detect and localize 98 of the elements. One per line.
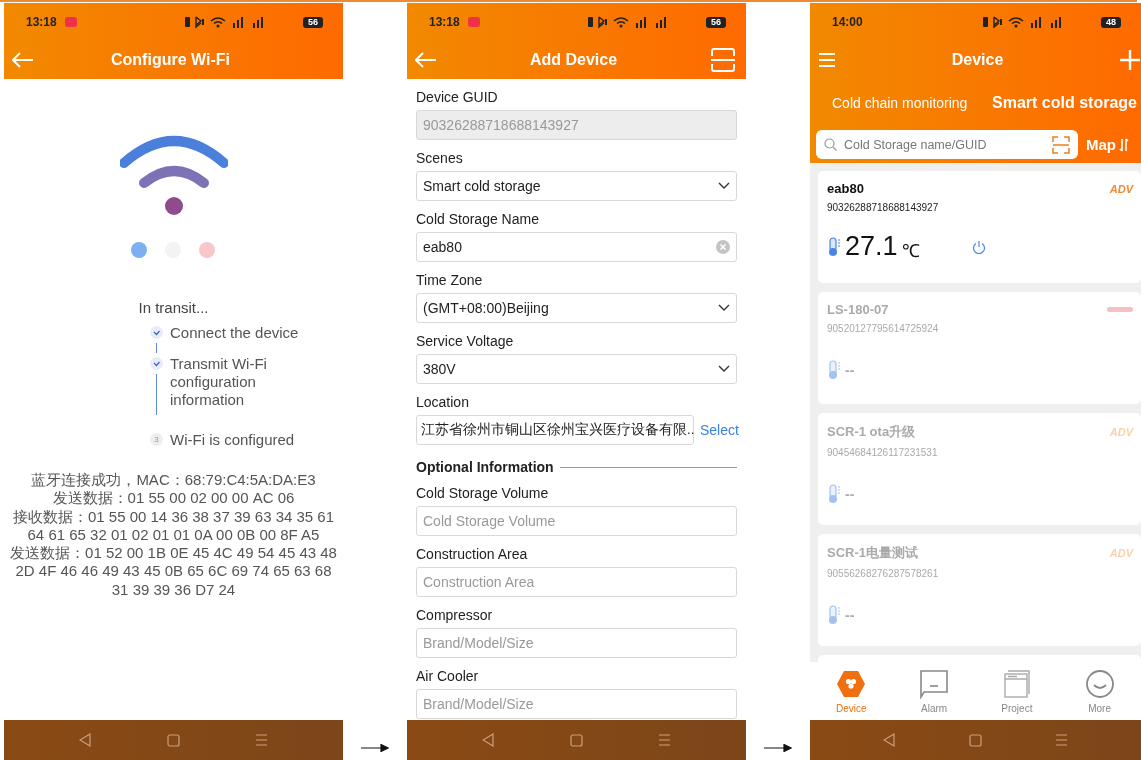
temperature-reading: --	[845, 607, 855, 623]
power-icon[interactable]	[971, 239, 986, 254]
hexagon-icon	[836, 668, 867, 699]
guid-field: 90326288718688143927	[416, 110, 737, 140]
select-link[interactable]: Select	[700, 422, 739, 438]
device-card[interactable]: SCR-1电量测试 ADV 90556268276287578261 --	[818, 534, 1141, 646]
field-label: Device GUID	[416, 89, 499, 105]
field-label: Service Voltage	[416, 333, 515, 349]
device-card[interactable]: SCR-1 ota升级 ADV 90454684126117231531 --	[818, 413, 1141, 525]
menu-icon[interactable]	[818, 52, 836, 68]
screen-title: Add Device	[529, 51, 618, 69]
device-guid: 90454684126117231531	[827, 447, 939, 458]
device-name: eab80	[827, 181, 864, 196]
dropdown-field[interactable]: (GMT+08:00)Beijing	[416, 293, 737, 323]
dropdown-field[interactable]: 380V	[416, 354, 737, 384]
temperature-reading: --	[845, 486, 855, 502]
model-tag: ADV	[1109, 547, 1133, 559]
section-heading: Optional Information	[416, 459, 554, 475]
sort-icon[interactable]	[1119, 137, 1129, 152]
progress-text: In transit...	[138, 299, 209, 316]
home-square-icon[interactable]	[166, 733, 180, 747]
chevron-down-icon	[718, 182, 730, 190]
dropdown-field[interactable]: Smart cold storage	[416, 171, 737, 201]
field-label: Scenes	[416, 150, 464, 166]
device-card[interactable]: LS-180-07 90520127795614725924 --	[818, 292, 1141, 404]
input-field[interactable]: Brand/Model/Size	[416, 689, 737, 719]
field-label: Compressor	[416, 607, 494, 623]
back-arrow-icon[interactable]	[415, 52, 437, 68]
field-label: Location	[416, 394, 470, 410]
smiley-icon	[1084, 668, 1115, 699]
clear-icon[interactable]	[716, 240, 730, 254]
bottom-tab[interactable]: Alarm	[904, 668, 965, 714]
thermometer-icon	[827, 484, 841, 504]
map-button[interactable]: Map	[1086, 136, 1116, 153]
screen-title: Device	[951, 51, 1004, 69]
message-box-icon	[919, 668, 950, 699]
notification-icon	[467, 17, 480, 27]
model-tag: ADV	[1109, 426, 1133, 438]
device-guid: 90556268276287578261	[827, 568, 940, 579]
flow-arrow-icon	[361, 744, 389, 752]
battery-level: 56	[303, 16, 323, 28]
field-label: Cold Storage Volume	[416, 485, 550, 501]
step-label: Connect the device	[170, 324, 300, 343]
step-number: 3	[150, 433, 163, 446]
field-label: Cold Storage Name	[416, 211, 540, 227]
clock-time: 13:18	[26, 15, 57, 29]
model-tag: ADV	[1109, 182, 1133, 195]
input-field[interactable]: Brand/Model/Size	[416, 628, 737, 658]
chevron-down-icon	[718, 365, 730, 373]
input-field[interactable]: 江苏省徐州市铜山区徐州宝兴医疗设备有限..	[416, 415, 694, 445]
bottom-tab[interactable]: Project	[986, 668, 1047, 714]
notification-icon	[64, 17, 77, 27]
temperature-unit: ℃	[901, 239, 920, 262]
recent-menu-icon[interactable]	[657, 734, 671, 746]
flow-arrow-icon	[764, 744, 792, 752]
field-label: Air Cooler	[416, 668, 480, 684]
plus-icon[interactable]	[1119, 49, 1141, 71]
scan-icon[interactable]	[1052, 135, 1070, 154]
device-card[interactable]: eab80 ADV 90326288718688143927 27.1℃	[818, 171, 1141, 283]
window-stack-icon	[1001, 668, 1032, 699]
input-field[interactable]: Cold Storage Volume	[416, 506, 737, 536]
input-field[interactable]: eab80	[416, 232, 737, 262]
field-label: Time Zone	[416, 272, 484, 288]
device-name: SCR-1电量测试	[827, 544, 918, 562]
clock-time: 13:18	[429, 15, 460, 29]
battery-level: 56	[706, 16, 726, 28]
device-name: LS-180-07	[827, 302, 889, 317]
device-name: SCR-1 ota升级	[827, 423, 916, 441]
battery-level: 48	[1101, 16, 1121, 28]
category-tab[interactable]: Smart cold storage	[992, 94, 1137, 112]
temperature-reading: 27.1	[845, 231, 898, 262]
thermometer-icon	[827, 360, 841, 380]
bottom-tab[interactable]: Device	[821, 668, 882, 714]
category-tab[interactable]: Cold chain monitoring	[832, 95, 968, 111]
log-text: 蓝牙连接成功，MAC：68:79:C4:5A:DA:E3 发送数据：01 55 00 02 00 00 AC 06 接收数据：01 55 00 14 36 38 37 39 63 34 35 61 64 61 65 32 01 02 01 01 0A 00 0B 00 8F A5 发送数据：01 52 00 1B 0E 45 4C 49 54 45 43 48 2D 4F 46 46 49 43 45 0B 65 6C 69 74 65 63 68 31 39 39 36 D7 24	[9, 471, 338, 600]
search-icon	[824, 138, 837, 151]
step-label: Transmit Wi-Fi configuration information	[170, 355, 268, 410]
thermometer-icon	[827, 605, 841, 625]
bottom-tab[interactable]: More	[1069, 668, 1130, 714]
back-triangle-icon[interactable]	[79, 733, 92, 747]
device-guid: 90520127795614725924	[827, 323, 940, 334]
clock-time: 14:00	[832, 15, 863, 29]
device-guid: 90326288718688143927	[827, 202, 940, 213]
search-field[interactable]: Cold Storage name/GUID	[816, 130, 1078, 159]
home-square-icon[interactable]	[968, 733, 982, 747]
thermometer-icon	[827, 236, 841, 257]
recent-menu-icon[interactable]	[254, 734, 268, 746]
temperature-reading: --	[845, 362, 855, 378]
recent-menu-icon[interactable]	[1054, 734, 1068, 746]
back-triangle-icon[interactable]	[883, 733, 896, 747]
screen-title: Configure Wi-Fi	[111, 51, 230, 69]
back-arrow-icon[interactable]	[12, 52, 34, 68]
home-square-icon[interactable]	[569, 733, 583, 747]
input-field[interactable]: Construction Area	[416, 567, 737, 597]
back-triangle-icon[interactable]	[482, 733, 495, 747]
chevron-down-icon	[718, 304, 730, 312]
field-label: Construction Area	[416, 546, 529, 562]
step-label: Wi-Fi is configured	[170, 430, 296, 450]
